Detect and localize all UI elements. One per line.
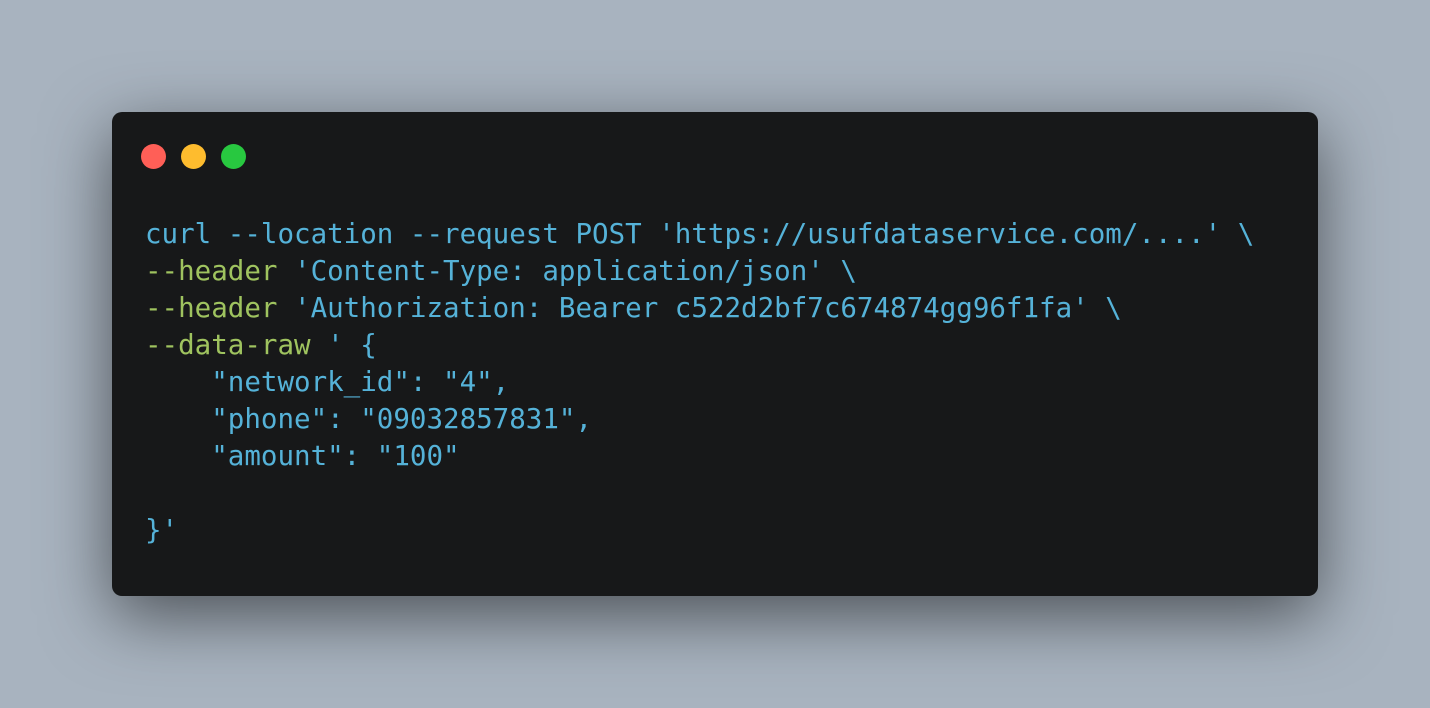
code-token: "amount": "100" bbox=[145, 440, 460, 472]
close-dot-icon[interactable] bbox=[141, 144, 166, 169]
code-token: --data-raw bbox=[145, 329, 311, 361]
zoom-dot-icon[interactable] bbox=[221, 144, 246, 169]
code-line-7: "amount": "100" bbox=[145, 438, 1254, 475]
code-token: \ bbox=[1088, 292, 1122, 324]
code-token: --header bbox=[145, 255, 278, 287]
code-token: "phone": "09032857831", bbox=[145, 403, 593, 435]
minimize-dot-icon[interactable] bbox=[181, 144, 206, 169]
code-line-5: "network_id": "4", bbox=[145, 364, 1254, 401]
code-token: \ bbox=[823, 255, 857, 287]
code-line-4: --data-raw ' { bbox=[145, 327, 1254, 364]
code-token: curl --location --request POST bbox=[145, 218, 659, 250]
code-line-6: "phone": "09032857831", bbox=[145, 401, 1254, 438]
code-token: 'Authorization: Bearer c522d2bf7c674874g… bbox=[277, 292, 1089, 324]
code-line-1: curl --location --request POST 'https://… bbox=[145, 216, 1254, 253]
code-token: 'Content-Type: application/json' bbox=[277, 255, 824, 287]
code-token: --header bbox=[145, 292, 278, 324]
code-block: curl --location --request POST 'https://… bbox=[145, 216, 1254, 549]
code-token: }' bbox=[145, 514, 179, 546]
window-controls bbox=[141, 144, 246, 169]
code-token: 'https://usufdataservice.com/....' bbox=[658, 218, 1222, 250]
code-line-3: --header 'Authorization: Bearer c522d2bf… bbox=[145, 290, 1254, 327]
code-token: ' { bbox=[310, 329, 377, 361]
code-line-9: }' bbox=[145, 512, 1254, 549]
code-token: "network_id": "4", bbox=[145, 366, 510, 398]
code-window: curl --location --request POST 'https://… bbox=[112, 112, 1318, 596]
code-token: \ bbox=[1221, 218, 1255, 250]
code-line-2: --header 'Content-Type: application/json… bbox=[145, 253, 1254, 290]
